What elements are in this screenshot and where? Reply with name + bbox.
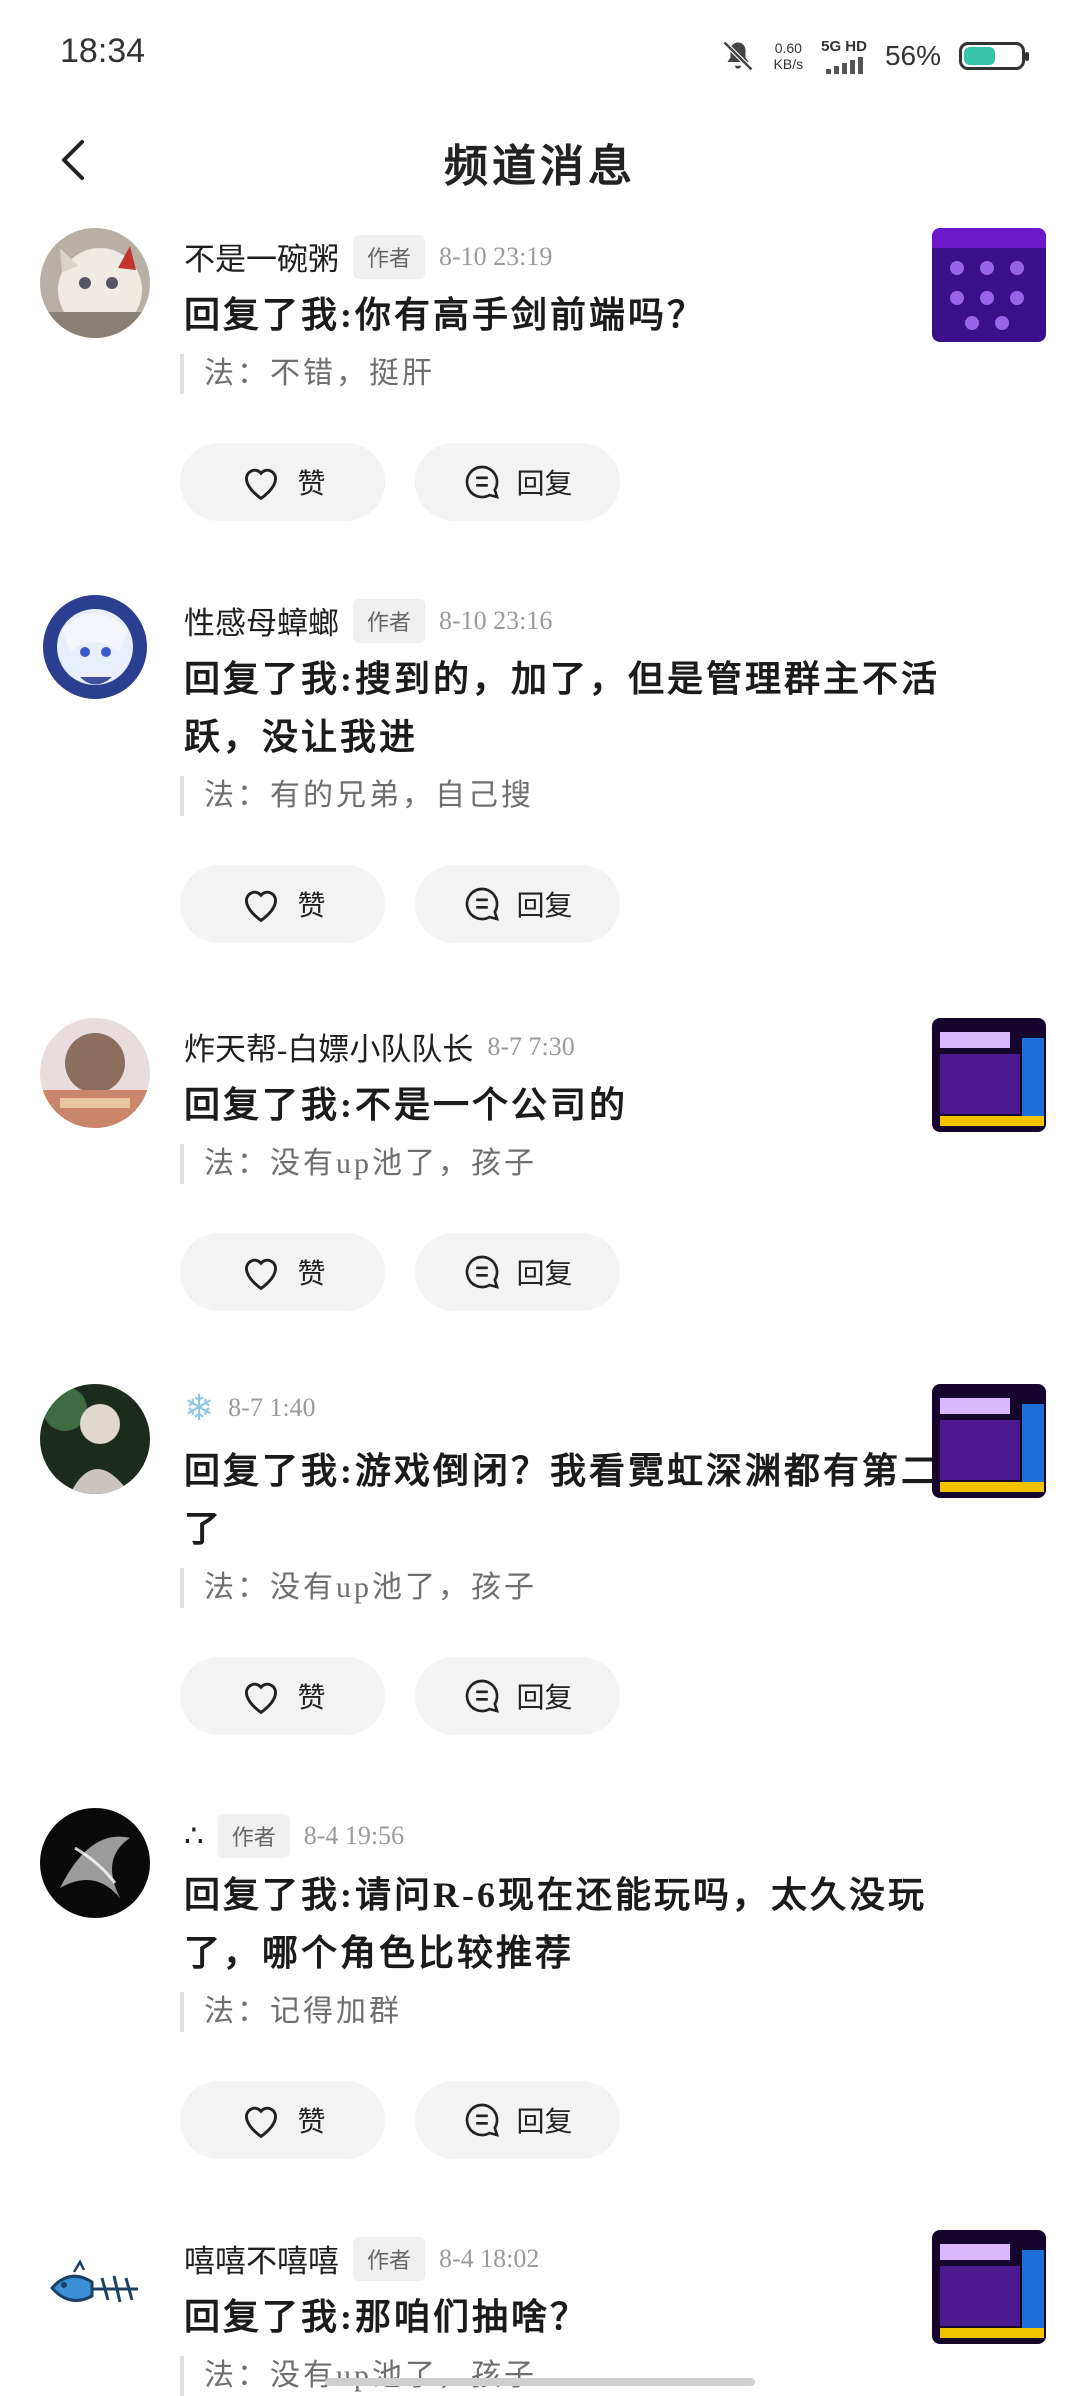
home-indicator[interactable] xyxy=(325,2378,755,2386)
signal-bars-icon xyxy=(825,56,863,74)
comment-icon xyxy=(466,1255,500,1289)
like-button[interactable]: 赞 xyxy=(180,1233,385,1311)
net-speed: 0.60 KB/s xyxy=(773,40,804,72)
avatar[interactable] xyxy=(40,592,150,702)
message-meta: ❄ 8-7 1:40 xyxy=(184,1390,316,1426)
reply-label: 回复 xyxy=(516,469,573,500)
message-time: 8-10 23:16 xyxy=(439,605,553,635)
reply-label: 回复 xyxy=(516,891,573,922)
reply-button[interactable]: 回复 xyxy=(415,1233,620,1311)
like-button[interactable]: 赞 xyxy=(180,865,385,943)
reply-button[interactable]: 回复 xyxy=(415,2081,620,2159)
author-badge: 作者 xyxy=(353,598,426,643)
quoted-comment: 法：没有up池了，孩子 xyxy=(180,1144,537,1184)
reply-text: 回复了我:你有高手剑前端吗？ xyxy=(184,295,706,335)
reply-label: 回复 xyxy=(516,1259,573,1290)
username[interactable]: 炸天帮-白嫖小队队长 xyxy=(184,1024,473,1069)
message-meta: 嘻嘻不嘻嘻 作者 8-4 18:02 xyxy=(184,2236,539,2281)
username[interactable]: 不是一碗粥 xyxy=(184,234,339,279)
username[interactable]: 嘻嘻不嘻嘻 xyxy=(184,2236,339,2281)
like-button[interactable]: 赞 xyxy=(180,443,385,521)
message-meta: 不是一碗粥 作者 8-10 23:19 xyxy=(184,234,552,279)
message-time: 8-4 18:02 xyxy=(439,2243,540,2273)
bell-off-icon xyxy=(722,40,753,72)
avatar[interactable] xyxy=(40,2230,150,2340)
author-badge: 作者 xyxy=(353,2236,426,2281)
post-thumbnail[interactable] xyxy=(932,2230,1046,2344)
quoted-comment: 法：不错，挺肝 xyxy=(180,354,435,394)
header: 频道消息 xyxy=(0,120,1080,200)
quoted-comment: 法：没有up池了，孩子 xyxy=(180,2356,537,2396)
heart-icon xyxy=(245,468,278,501)
message-meta: 性感母蟑螂 作者 8-10 23:16 xyxy=(184,598,552,643)
reply-text: 回复了我:不是一个公司的 xyxy=(184,1085,628,1125)
avatar[interactable] xyxy=(40,228,150,338)
username[interactable]: 性感母蟑螂 xyxy=(184,598,339,643)
heart-icon xyxy=(245,890,278,923)
author-badge: 作者 xyxy=(353,234,426,279)
like-label: 赞 xyxy=(297,2107,326,2138)
page-title: 频道消息 xyxy=(444,142,636,191)
username[interactable]: ❄ xyxy=(184,1390,214,1426)
status-icons: 0.60 KB/s 5G HD 56% xyxy=(720,36,1029,76)
signal-indicator: 5G HD xyxy=(821,38,867,74)
message-time: 8-10 23:19 xyxy=(439,241,553,271)
avatar[interactable] xyxy=(40,1018,150,1128)
like-button[interactable]: 赞 xyxy=(180,2081,385,2159)
heart-icon xyxy=(245,1682,278,1715)
quoted-comment: 法：有的兄弟，自己搜 xyxy=(180,776,534,816)
comment-icon xyxy=(466,1679,500,1713)
reply-button[interactable]: 回复 xyxy=(415,1657,620,1735)
username[interactable]: ∴ xyxy=(184,1818,204,1854)
quoted-comment: 法：记得加群 xyxy=(180,1992,402,2032)
battery-icon xyxy=(959,42,1029,70)
quoted-comment: 法：没有up池了，孩子 xyxy=(180,1568,537,1608)
heart-icon xyxy=(245,2106,278,2139)
post-thumbnail[interactable] xyxy=(932,1018,1046,1132)
reply-button[interactable]: 回复 xyxy=(415,443,620,521)
like-label: 赞 xyxy=(297,891,326,922)
like-button[interactable]: 赞 xyxy=(180,1657,385,1735)
message-time: 8-7 7:30 xyxy=(487,1031,575,1061)
message-meta: 炸天帮-白嫖小队队长 8-7 7:30 xyxy=(184,1024,575,1069)
battery-fill xyxy=(964,47,996,65)
reply-text: 回复了我:那咱们抽啥？ xyxy=(184,2297,589,2337)
reply-text: 回复了我:搜到的，加了，但是管理群主不活跃，没让我进 xyxy=(184,659,940,757)
battery-percent: 56% xyxy=(884,40,941,71)
message-time: 8-7 1:40 xyxy=(228,1393,316,1422)
reply-button[interactable]: 回复 xyxy=(415,865,620,943)
like-label: 赞 xyxy=(297,1259,326,1290)
comment-icon xyxy=(466,2103,500,2137)
message-meta: ∴ 作者 8-4 19:56 xyxy=(184,1814,404,1858)
comment-icon xyxy=(466,465,500,499)
avatar[interactable] xyxy=(40,1384,150,1494)
author-badge: 作者 xyxy=(217,1814,290,1858)
reply-text: 回复了我:请问R-6现在还能玩吗，太久没玩了，哪个角色比较推荐 xyxy=(184,1875,927,1973)
status-time: 18:34 xyxy=(60,32,146,70)
heart-icon xyxy=(245,1258,278,1291)
avatar[interactable] xyxy=(40,1808,150,1918)
comment-icon xyxy=(466,887,500,921)
reply-label: 回复 xyxy=(516,1683,573,1714)
post-thumbnail[interactable] xyxy=(932,1384,1046,1498)
reply-text: 回复了我:游戏倒闭？我看霓虹深渊都有第二部了 xyxy=(184,1451,979,1549)
status-bar: 18:34 0.60 KB/s 5G HD 56% xyxy=(0,0,1080,110)
reply-label: 回复 xyxy=(516,2107,573,2138)
like-label: 赞 xyxy=(297,1683,326,1714)
like-label: 赞 xyxy=(297,469,326,500)
post-thumbnail[interactable] xyxy=(932,228,1046,342)
message-time: 8-4 19:56 xyxy=(303,1821,405,1850)
